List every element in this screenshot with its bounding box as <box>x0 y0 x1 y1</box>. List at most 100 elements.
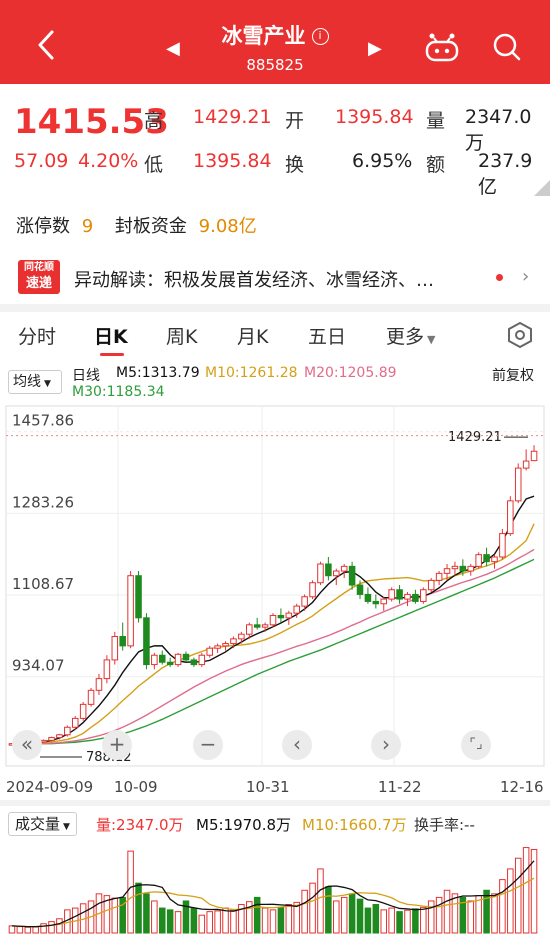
ma10-value: M10:1261.28 <box>205 365 298 381</box>
candle <box>56 734 63 739</box>
candle <box>119 636 126 647</box>
candle <box>285 612 293 619</box>
low-label: 低 <box>144 154 164 176</box>
volume-bar <box>269 909 277 934</box>
candle <box>404 593 411 600</box>
volume-bar <box>127 850 134 934</box>
section-divider <box>0 800 550 806</box>
candle <box>491 556 498 563</box>
candle <box>182 653 190 661</box>
ma30-value: M30:1185.34 <box>72 384 165 400</box>
candle <box>514 467 522 502</box>
candle <box>158 654 166 663</box>
chevron-right-icon[interactable]: › <box>522 266 529 287</box>
volume-bar <box>348 893 356 934</box>
news-banner[interactable]: 同花顺 速递 异动解读：积极发展首发经济、冰雪经济、… › <box>0 258 550 298</box>
volume-m5: M5:1970.8万 <box>196 816 292 834</box>
collapse-left-icon[interactable]: « <box>12 730 42 760</box>
volume-bar <box>206 911 213 934</box>
volume-bar <box>166 909 174 934</box>
y-tick-label: 1457.86 <box>12 412 74 430</box>
candle <box>451 565 459 570</box>
ma-period: 日线 <box>72 368 100 384</box>
volume-bar <box>372 904 380 934</box>
candle <box>412 593 419 602</box>
volume-bar <box>56 918 63 934</box>
volume-bar <box>325 886 332 934</box>
adjust-mode[interactable]: 前复权 <box>492 365 534 385</box>
volume-bar <box>388 907 395 934</box>
candle <box>87 689 95 705</box>
ma-selector[interactable]: 均线 ▼ <box>8 370 62 394</box>
candle <box>190 659 198 666</box>
expand-corner-icon[interactable] <box>534 180 550 196</box>
volume-bar <box>48 921 55 934</box>
volume-bar <box>420 906 427 934</box>
limit-up-row: 涨停数 9 封板资金 9.08亿 <box>16 212 257 238</box>
unread-dot <box>496 274 503 281</box>
volume-bar <box>491 893 498 934</box>
volume-bar <box>443 889 451 934</box>
scroll-right-icon[interactable]: › <box>371 730 401 760</box>
tab-more[interactable]: 更多 ▼ <box>386 322 435 349</box>
date-label: 12-16 <box>500 778 544 796</box>
candle <box>396 589 403 600</box>
tab-intraday[interactable]: 分时 <box>18 322 56 349</box>
info-icon[interactable]: i <box>311 28 329 45</box>
volume-value: 2347.0万 <box>465 106 532 154</box>
search-icon[interactable] <box>492 32 522 62</box>
volume-label: 量 <box>426 110 446 132</box>
y-tick-label: 934.07 <box>12 657 65 675</box>
candle <box>372 600 380 605</box>
candle <box>261 624 269 628</box>
candle <box>103 659 111 680</box>
app-root: ◀ 冰雪产业 i 885825 ▶ 1415.53 57.09 4.20% 高 1… <box>0 0 550 939</box>
candlestick-chart[interactable]: 1457.861283.261108.67934.071429.21788.12 <box>0 400 550 770</box>
tab-five-day[interactable]: 五日 <box>308 322 346 349</box>
header-bar: ◀ 冰雪产业 i 885825 ▶ <box>0 0 550 84</box>
volume-bar <box>198 914 206 934</box>
candle <box>333 570 340 577</box>
volume-bar <box>190 907 198 934</box>
candle <box>198 654 206 666</box>
chevron-down-icon: ▼ <box>63 822 70 832</box>
zoom-in-icon[interactable]: + <box>102 730 132 760</box>
next-stock-icon[interactable]: ▶ <box>368 38 382 59</box>
candle <box>174 653 182 666</box>
turnover-value: 6.95% <box>352 150 413 172</box>
candle <box>483 554 490 563</box>
candle <box>507 500 514 535</box>
scroll-left-icon[interactable]: ‹ <box>282 730 312 760</box>
candle <box>435 572 443 581</box>
tab-daily-k[interactable]: 日K <box>94 322 128 349</box>
date-label: 11-22 <box>378 778 422 796</box>
volume-selector[interactable]: 成交量 ▼ <box>8 812 77 836</box>
settings-icon[interactable] <box>506 321 534 349</box>
volume-chart[interactable] <box>0 838 550 939</box>
active-tab-indicator <box>100 353 124 356</box>
volume-bar <box>380 909 388 934</box>
candle <box>459 565 467 572</box>
news-logo: 同花顺 速递 <box>18 260 60 294</box>
volume-legend: 成交量 ▼ 量:2347.0万 M5:1970.8万 M10:1660.7万 换手… <box>0 810 550 838</box>
tab-weekly-k[interactable]: 周K <box>166 322 197 349</box>
fullscreen-icon[interactable]: ⌜⌟ <box>461 730 491 760</box>
volume-bar <box>317 868 324 934</box>
seal-fund-value: 9.08亿 <box>198 216 257 237</box>
volume-bar <box>230 909 237 934</box>
zoom-out-icon[interactable]: − <box>193 730 223 760</box>
volume-bar <box>143 893 150 934</box>
tab-monthly-k[interactable]: 月K <box>237 322 268 349</box>
news-text: 异动解读：积极发展首发经济、冰雪经济、… <box>74 270 434 291</box>
robot-assistant-icon[interactable] <box>424 32 460 62</box>
candle <box>427 579 435 591</box>
candle <box>499 533 506 558</box>
high-label: 高 <box>144 110 164 132</box>
volume-bar <box>333 900 340 934</box>
candle <box>48 737 55 741</box>
y-tick-label: 1108.67 <box>12 575 74 593</box>
ma10-line <box>11 523 535 745</box>
amount-label: 额 <box>426 154 446 176</box>
y-tick-label: 1283.26 <box>12 493 74 511</box>
turnover-rate: 换手率:-- <box>414 816 475 834</box>
